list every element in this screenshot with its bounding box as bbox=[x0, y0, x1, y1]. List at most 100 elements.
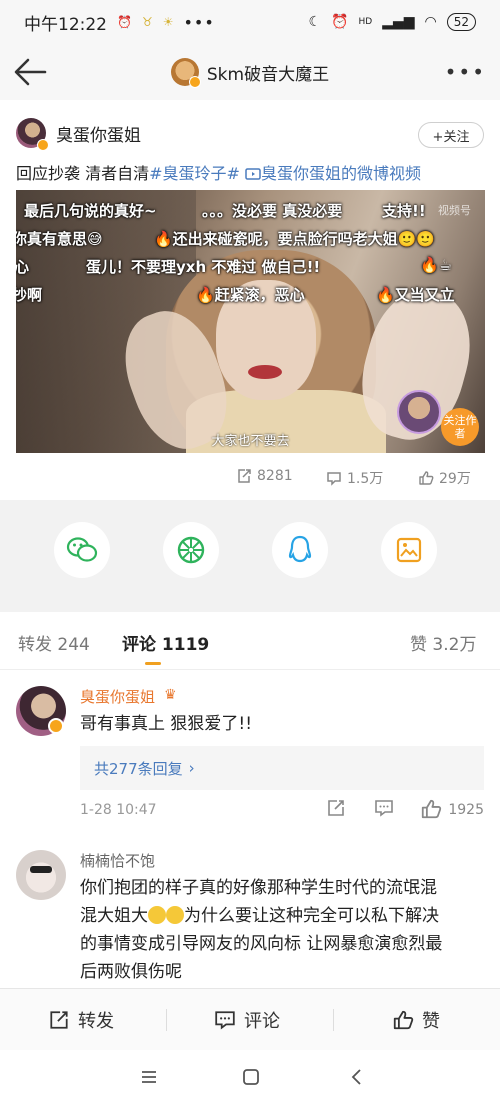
thumbs-up-icon bbox=[419, 471, 434, 485]
commenter-avatar[interactable] bbox=[16, 850, 66, 900]
comment-label: 评论 bbox=[244, 1011, 280, 1032]
blush-emoji-icon bbox=[148, 906, 166, 924]
tab-comments[interactable]: 评论 1119 bbox=[122, 630, 209, 655]
page-title: Skm破音大魔王 bbox=[206, 64, 330, 85]
post-author[interactable]: 臭蛋你蛋姐 bbox=[16, 118, 141, 151]
commenter-name[interactable]: 楠楠恰不饱 bbox=[80, 850, 155, 871]
author-avatar[interactable] bbox=[16, 118, 49, 151]
comment-text-line: 后两败俱伤呢 bbox=[80, 962, 182, 982]
alarm-icon: ⏰ bbox=[331, 14, 349, 30]
back-arrow-icon[interactable] bbox=[12, 56, 48, 88]
menu-icon[interactable] bbox=[140, 1068, 158, 1086]
weibo-post: 臭蛋你蛋姐 +关注 回应抄袭 清者自清#臭蛋玲子# 臭蛋你蛋姐的微博视频 视频号… bbox=[0, 100, 500, 500]
comment-text: 你们抱团的样子真的好像那种学生时代的流氓混 混大姐大 为什么要让这种完全可以私下解… bbox=[80, 874, 442, 986]
signal-icon: ▂▄▆ bbox=[382, 14, 415, 30]
verified-badge-icon bbox=[37, 139, 49, 151]
home-icon[interactable] bbox=[242, 1068, 260, 1086]
repost-label: 转发 bbox=[78, 1011, 114, 1032]
fan-badge-icon: ♛ bbox=[164, 687, 177, 703]
like-button[interactable]: 赞 bbox=[392, 1007, 440, 1033]
comment-timestamp: 1-28 10:47 bbox=[80, 802, 157, 818]
comment-text-fragment: 混大姐大 bbox=[80, 906, 148, 926]
danmaku-comment: 你真有意思😅 bbox=[16, 230, 103, 248]
more-notifications-icon: ••• bbox=[183, 12, 215, 32]
comment-text-line: 混大姐大 为什么要让这种完全可以私下解决 bbox=[80, 902, 442, 930]
author-name[interactable]: 臭蛋你蛋姐 bbox=[56, 121, 141, 146]
active-tab-indicator bbox=[145, 662, 161, 665]
comment-like-count: 1925 bbox=[448, 802, 484, 818]
comment-text: 哥有事真上 狠狠爱了!! bbox=[80, 714, 253, 734]
bottom-action-bar: 转发 评论 赞 bbox=[0, 988, 500, 1050]
more-options-icon[interactable]: ••• bbox=[445, 60, 486, 84]
back-icon[interactable] bbox=[348, 1068, 366, 1086]
app-notification-icon-2: ☀ bbox=[162, 15, 174, 29]
like-stat[interactable]: 29万 bbox=[418, 468, 471, 488]
view-replies-button[interactable]: 共277条回复 › bbox=[80, 746, 484, 790]
blush-emoji-icon bbox=[166, 906, 184, 924]
danmaku-comment: 🔥☕ bbox=[420, 256, 453, 274]
video-watermark: 视频号 bbox=[438, 204, 471, 217]
repost-icon bbox=[238, 469, 251, 483]
alarm-notification-icon: ⏰ bbox=[117, 15, 132, 29]
comment-stat[interactable]: 1.5万 bbox=[326, 468, 383, 488]
like-label: 赞 bbox=[422, 1011, 440, 1032]
comment-count: 1.5万 bbox=[347, 471, 384, 487]
verified-badge-icon bbox=[48, 718, 64, 734]
repost-count: 8281 bbox=[257, 468, 293, 484]
moon-icon: ☾ bbox=[308, 14, 322, 30]
post-text-plain: 回应抄袭 清者自清 bbox=[16, 164, 150, 183]
danmaku-comment: 最后几句说的真好~ bbox=[24, 202, 157, 220]
moments-icon bbox=[177, 536, 205, 564]
video-icon bbox=[245, 168, 261, 180]
video-player[interactable]: 视频号 最后几句说的真好~ 。。。没必要 真没必要 支持!! 你真有意思😅 🔥还… bbox=[16, 190, 485, 453]
video-author-avatar[interactable] bbox=[397, 390, 441, 434]
hashtag-link[interactable]: #臭蛋玲子# bbox=[149, 164, 240, 183]
comment-list: 臭蛋你蛋姐 ♛ 哥有事真上 狠狠爱了!! 共277条回复 › 1-28 10:4… bbox=[0, 670, 500, 988]
danmaku-comment: 🔥又当又立 bbox=[376, 286, 455, 304]
danmaku-comment: 抄啊 bbox=[16, 286, 43, 304]
divider bbox=[166, 1009, 167, 1031]
repost-icon bbox=[50, 1011, 68, 1029]
repost-stat[interactable]: 8281 bbox=[236, 468, 293, 484]
comment-text-fragment: 为什么要让这种完全可以私下解决 bbox=[184, 906, 439, 926]
follow-button[interactable]: +关注 bbox=[418, 122, 484, 148]
status-bar: 中午12:22 ⏰ ♉ ☀ ••• ☾ ⏰ HD ▂▄▆ ◠ 52 bbox=[0, 0, 500, 44]
thumbs-up-icon bbox=[393, 1010, 414, 1030]
tab-reposts[interactable]: 转发 244 bbox=[18, 630, 90, 655]
nav-title-group[interactable]: Skm破音大魔王 bbox=[170, 58, 330, 88]
wifi-icon: ◠ bbox=[424, 14, 437, 30]
share-moments-button[interactable] bbox=[163, 522, 219, 578]
share-row bbox=[0, 500, 500, 600]
like-count: 29万 bbox=[439, 471, 471, 487]
share-qq-button[interactable] bbox=[272, 522, 328, 578]
danmaku-comment: 🔥还出来碰瓷呢，要点脸行吗老大姐🙂🙂 bbox=[154, 230, 436, 248]
repost-button[interactable]: 转发 bbox=[48, 1007, 114, 1033]
commenter-name[interactable]: 臭蛋你蛋姐 bbox=[80, 686, 155, 707]
save-image-button[interactable] bbox=[381, 522, 437, 578]
qq-icon bbox=[288, 535, 312, 563]
avatar bbox=[170, 58, 201, 88]
status-time: 中午12:22 bbox=[24, 14, 107, 35]
post-text: 回应抄袭 清者自清#臭蛋玲子# 臭蛋你蛋姐的微博视频 bbox=[16, 160, 421, 184]
post-stats: 8281 1.5万 29万 bbox=[0, 468, 500, 490]
comment-reply-icon[interactable] bbox=[374, 798, 394, 818]
video-link-label: 臭蛋你蛋姐的微博视频 bbox=[261, 164, 422, 183]
danmaku-comment: 。。。没必要 真没必要 bbox=[202, 202, 343, 220]
hd-network-label: HD bbox=[358, 17, 373, 27]
replies-count-label: 共277条回复 bbox=[94, 759, 183, 778]
comment-button[interactable]: 评论 bbox=[214, 1007, 280, 1033]
top-nav-bar: Skm破音大魔王 ••• bbox=[0, 44, 500, 100]
comment-like-icon[interactable] bbox=[420, 798, 442, 820]
divider bbox=[333, 1009, 334, 1031]
comment-icon bbox=[215, 1011, 235, 1030]
app-notification-icon: ♉ bbox=[141, 15, 153, 29]
danmaku-comment: 🔥赶紧滚，恶心 bbox=[196, 286, 305, 304]
chevron-right-icon: › bbox=[188, 759, 195, 777]
comment-repost-icon[interactable] bbox=[326, 798, 346, 818]
video-subtitle: 大家也不要去 bbox=[211, 434, 290, 449]
share-wechat-button[interactable] bbox=[54, 522, 110, 578]
danmaku-comment: 支持!! bbox=[382, 202, 426, 220]
video-frame-lips bbox=[248, 365, 282, 379]
video-link[interactable]: 臭蛋你蛋姐的微博视频 bbox=[245, 164, 421, 183]
tab-likes[interactable]: 赞 3.2万 bbox=[410, 630, 476, 655]
